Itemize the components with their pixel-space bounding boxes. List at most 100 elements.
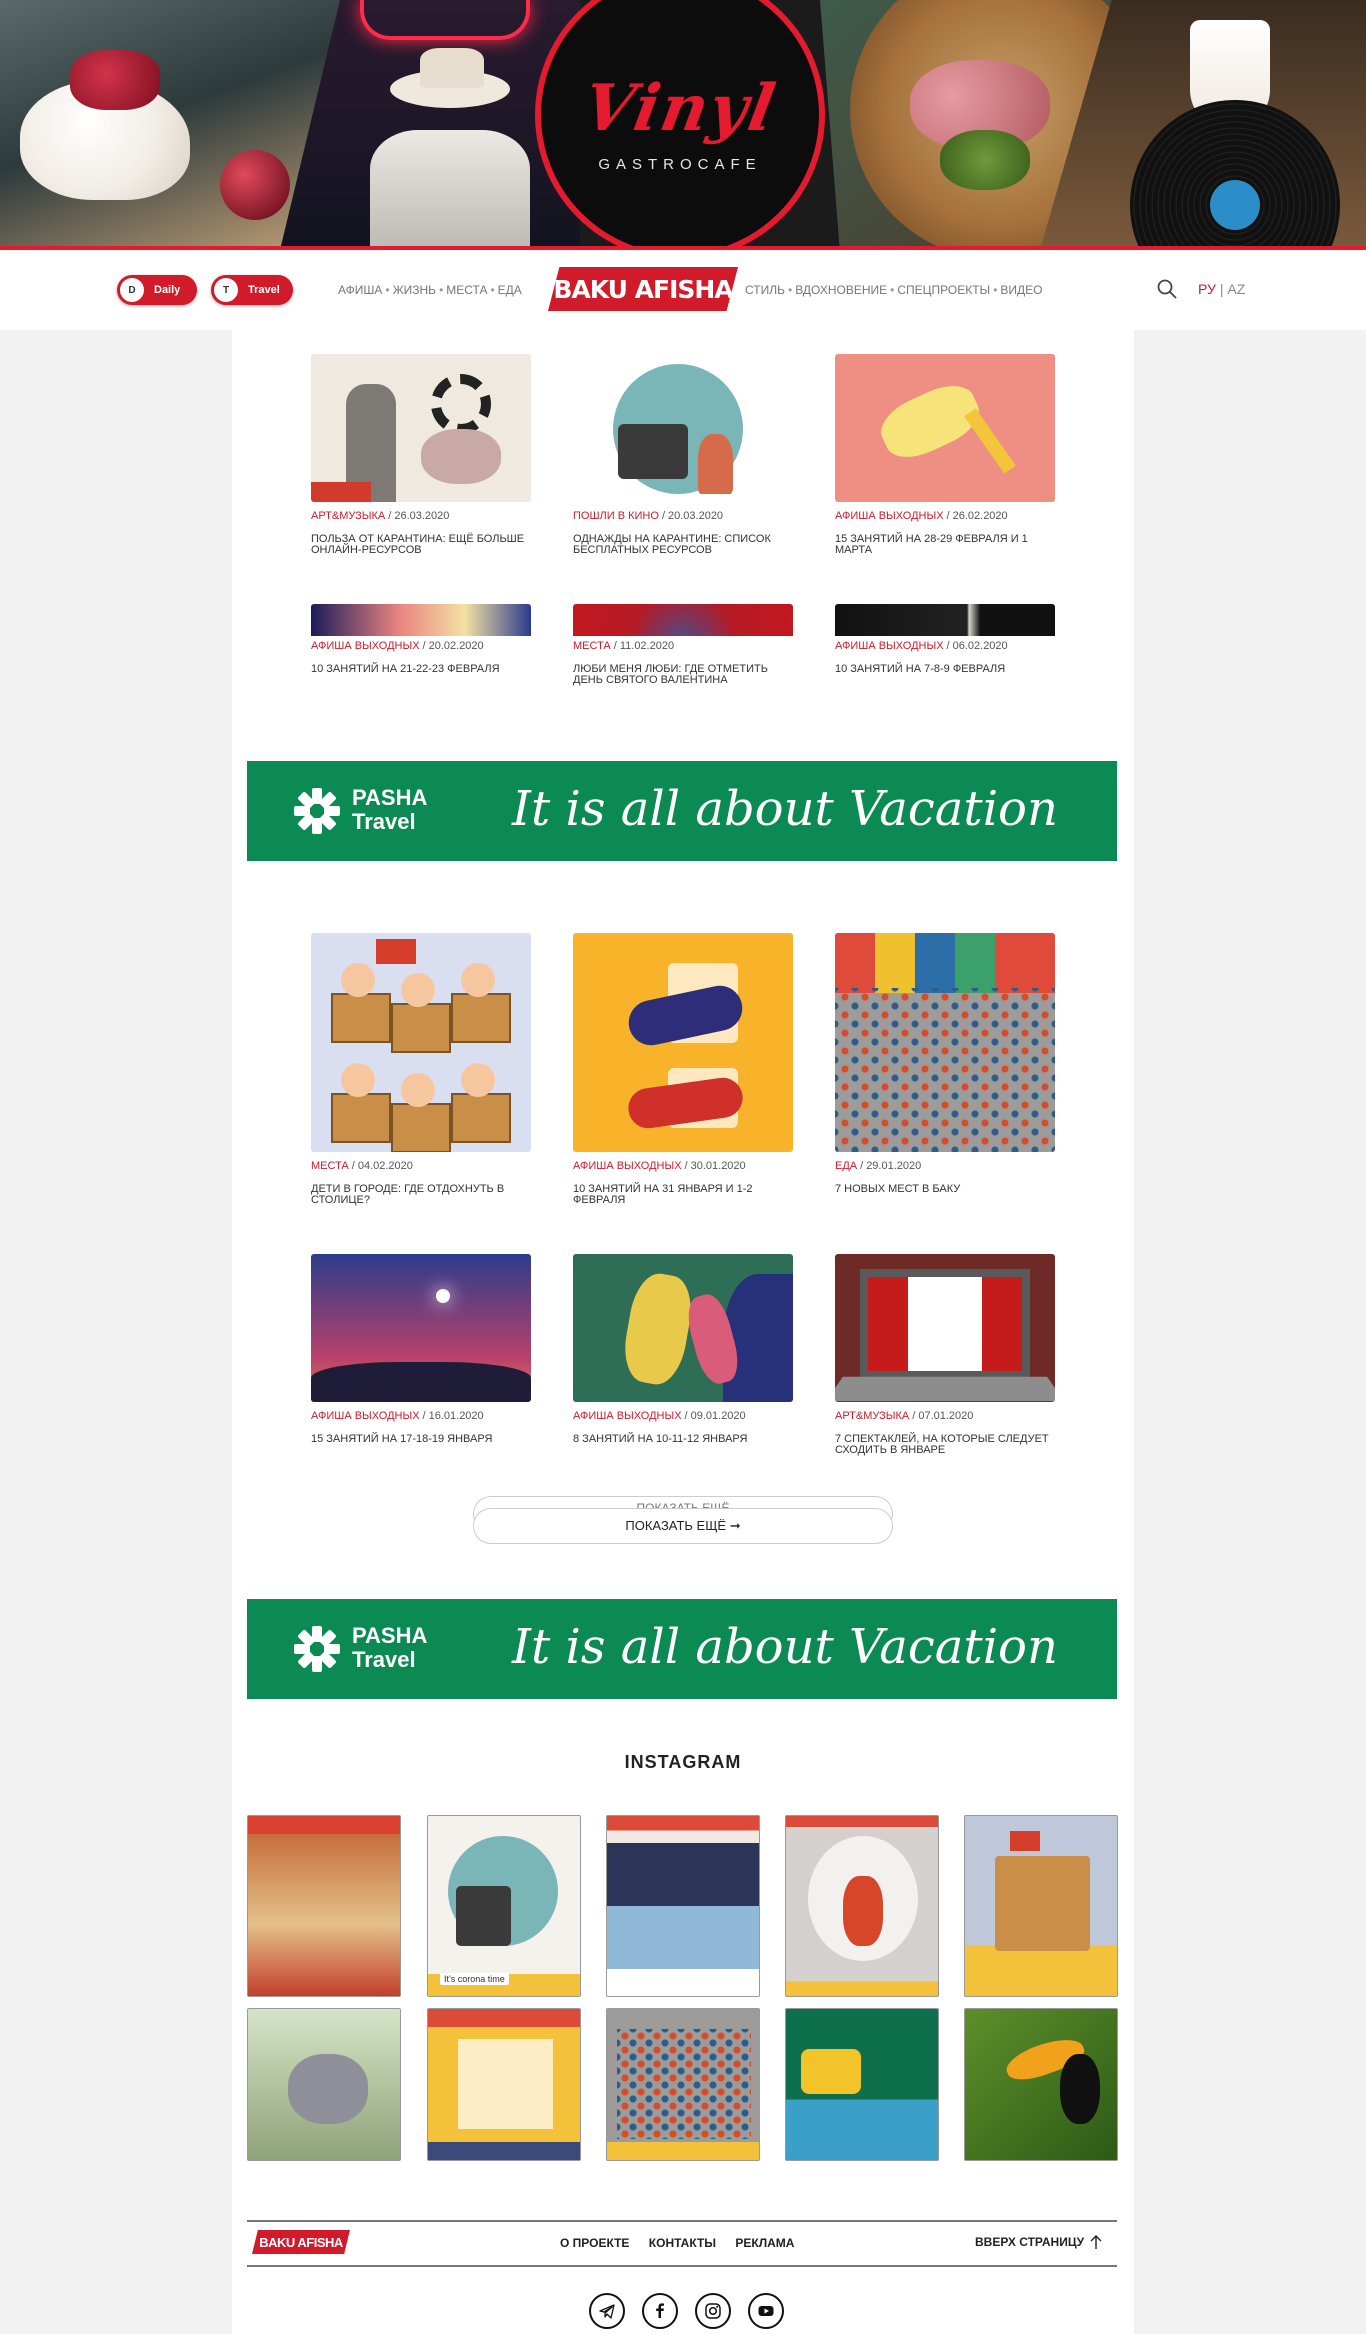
- content-column: АРТ&МУЗЫКА/26.03.2020 ПОЛЬЗА ОТ КАРАНТИН…: [232, 330, 1134, 2334]
- article-category[interactable]: АФИША ВЫХОДНЫХ: [835, 640, 944, 652]
- instagram-icon[interactable]: [695, 2293, 731, 2329]
- article-card[interactable]: АФИША ВЫХОДНЫХ/06.02.2020 10 ЗАНЯТИЙ НА …: [835, 604, 1055, 675]
- load-more-button[interactable]: ПОКАЗАТЬ ЕЩЁ ➞: [473, 1508, 893, 1544]
- instagram-post[interactable]: It's corona time: [427, 1815, 581, 1997]
- instagram-post[interactable]: [785, 2008, 939, 2161]
- article-card[interactable]: ПОШЛИ В КИНО/20.03.2020 ОДНАЖДЫ НА КАРАН…: [573, 354, 793, 556]
- article-image[interactable]: [573, 1254, 793, 1402]
- article-card[interactable]: МЕСТА/11.02.2020 ЛЮБИ МЕНЯ ЛЮБИ: ГДЕ ОТМ…: [573, 604, 793, 686]
- article-title[interactable]: 8 ЗАНЯТИЙ НА 10-11-12 ЯНВАРЯ: [573, 1434, 793, 1445]
- nav-item-style[interactable]: СТИЛЬ: [745, 283, 785, 297]
- article-title[interactable]: 10 ЗАНЯТИЙ НА 21-22-23 ФЕВРАЛЯ: [311, 664, 531, 675]
- nav-item-afisha[interactable]: АФИША: [338, 283, 382, 297]
- lang-az[interactable]: AZ: [1227, 281, 1245, 297]
- article-image[interactable]: [311, 354, 531, 502]
- article-card[interactable]: АФИША ВЫХОДНЫХ/30.01.2020 10 ЗАНЯТИЙ НА …: [573, 933, 793, 1206]
- article-card[interactable]: АФИША ВЫХОДНЫХ/16.01.2020 15 ЗАНЯТИЙ НА …: [311, 1254, 531, 1445]
- back-to-top-button[interactable]: ВВЕРХ СТРАНИЦУ: [975, 2234, 1102, 2250]
- arrow-up-icon: [1090, 2235, 1102, 2249]
- article-card[interactable]: АРТ&МУЗЫКА/26.03.2020 ПОЛЬЗА ОТ КАРАНТИН…: [311, 354, 531, 556]
- pasha-flower-icon: [294, 788, 340, 834]
- article-card[interactable]: ЕДА/29.01.2020 7 НОВЫХ МЕСТ В БАКУ: [835, 933, 1055, 1195]
- language-switcher: РУ | AZ: [1198, 281, 1245, 297]
- article-image[interactable]: [311, 933, 531, 1152]
- telegram-icon[interactable]: [589, 2293, 625, 2329]
- article-title[interactable]: ОДНАЖДЫ НА КАРАНТИНЕ: СПИСОК БЕСПЛАТНЫХ …: [573, 534, 793, 556]
- article-date: 20.03.2020: [668, 510, 724, 522]
- article-category[interactable]: АФИША ВЫХОДНЫХ: [311, 1410, 420, 1422]
- article-card[interactable]: АРТ&МУЗЫКА/07.01.2020 7 СПЕКТАКЛЕЙ, НА К…: [835, 1254, 1055, 1456]
- article-title[interactable]: 15 ЗАНЯТИЙ НА 17-18-19 ЯНВАРЯ: [311, 1434, 531, 1445]
- article-title[interactable]: ДЕТИ В ГОРОДЕ: ГДЕ ОТДОХНУТЬ В СТОЛИЦЕ?: [311, 1184, 531, 1206]
- article-category[interactable]: МЕСТА: [311, 1160, 349, 1172]
- footer-link-advertising[interactable]: РЕКЛАМА: [735, 2236, 794, 2250]
- article-card[interactable]: АФИША ВЫХОДНЫХ/09.01.2020 8 ЗАНЯТИЙ НА 1…: [573, 1254, 793, 1445]
- footer-bottom-divider: [247, 2265, 1117, 2267]
- article-image[interactable]: [573, 354, 793, 502]
- article-image[interactable]: [835, 933, 1055, 1152]
- article-category[interactable]: ЕДА: [835, 1160, 857, 1172]
- article-title[interactable]: ПОЛЬЗА ОТ КАРАНТИНА: ЕЩЁ БОЛЬШЕ ОНЛАЙН-Р…: [311, 534, 531, 556]
- article-category[interactable]: МЕСТА: [573, 640, 611, 652]
- article-category[interactable]: ПОШЛИ В КИНО: [573, 510, 659, 522]
- youtube-icon[interactable]: [748, 2293, 784, 2329]
- article-category[interactable]: АФИША ВЫХОДНЫХ: [311, 640, 420, 652]
- vinyl-logo-subtitle: GASTROCAFE: [598, 156, 762, 173]
- article-image[interactable]: [835, 354, 1055, 502]
- article-image[interactable]: [835, 604, 1055, 636]
- article-date: 04.02.2020: [357, 1160, 413, 1172]
- pasha-travel-ad[interactable]: PASHA Travel It is all about Vacation: [247, 1599, 1117, 1699]
- article-card[interactable]: АФИША ВЫХОДНЫХ/20.02.2020 10 ЗАНЯТИЙ НА …: [311, 604, 531, 675]
- article-title[interactable]: ЛЮБИ МЕНЯ ЛЮБИ: ГДЕ ОТМЕТИТЬ ДЕНЬ СВЯТОГ…: [573, 664, 793, 686]
- instagram-post[interactable]: [964, 1815, 1118, 1997]
- top-ad-banner[interactable]: Vinyl GASTROCAFE: [0, 0, 1366, 250]
- nav-item-places[interactable]: МЕСТА: [446, 283, 487, 297]
- instagram-post[interactable]: [606, 2008, 760, 2161]
- article-image[interactable]: [573, 604, 793, 636]
- article-card[interactable]: МЕСТА/04.02.2020 ДЕТИ В ГОРОДЕ: ГДЕ ОТДО…: [311, 933, 531, 1206]
- article-title[interactable]: 10 ЗАНЯТИЙ НА 7-8-9 ФЕВРАЛЯ: [835, 664, 1055, 675]
- nav-item-life[interactable]: ЖИЗНЬ: [393, 283, 437, 297]
- article-image[interactable]: [573, 933, 793, 1152]
- daily-toggle[interactable]: D Daily: [117, 275, 197, 305]
- article-image[interactable]: [835, 1254, 1055, 1402]
- article-title[interactable]: 15 ЗАНЯТИЙ НА 28-29 ФЕВРАЛЯ И 1 МАРТА: [835, 534, 1055, 556]
- article-date: 26.03.2020: [394, 510, 450, 522]
- search-icon[interactable]: [1156, 278, 1178, 300]
- nav-item-video[interactable]: ВИДЕО: [1000, 283, 1042, 297]
- article-category[interactable]: АФИША ВЫХОДНЫХ: [573, 1410, 682, 1422]
- article-title[interactable]: 7 СПЕКТАКЛЕЙ, НА КОТОРЫЕ СЛЕДУЕТ СХОДИТЬ…: [835, 1434, 1055, 1456]
- instagram-post[interactable]: [964, 2008, 1118, 2161]
- instagram-post[interactable]: [247, 2008, 401, 2161]
- article-title[interactable]: 7 НОВЫХ МЕСТ В БАКУ: [835, 1184, 1055, 1195]
- article-category[interactable]: АРТ&МУЗЫКА: [835, 1410, 909, 1422]
- article-image[interactable]: [311, 1254, 531, 1402]
- article-title[interactable]: 10 ЗАНЯТИЙ НА 31 ЯНВАРЯ И 1-2 ФЕВРАЛЯ: [573, 1184, 793, 1206]
- nav-item-food[interactable]: ЕДА: [498, 283, 522, 297]
- pasha-flower-icon: [294, 1626, 340, 1672]
- vinyl-logo: Vinyl GASTROCAFE: [535, 0, 825, 250]
- lang-ru[interactable]: РУ: [1198, 281, 1216, 297]
- main-nav-right: СТИЛЬ • ВДОХНОВЕНИЕ • СПЕЦПРОЕКТЫ • ВИДЕО: [745, 283, 1043, 297]
- site-header: D Daily T Travel АФИША • ЖИЗНЬ • МЕСТА • ЕДА B…: [0, 250, 1366, 330]
- ad-brand: PASHA Travel: [352, 1623, 428, 1672]
- article-category[interactable]: АФИША ВЫХОДНЫХ: [835, 510, 944, 522]
- instagram-post[interactable]: [427, 2008, 581, 2161]
- instagram-post[interactable]: [785, 1815, 939, 1997]
- article-card[interactable]: АФИША ВЫХОДНЫХ/26.02.2020 15 ЗАНЯТИЙ НА …: [835, 354, 1055, 556]
- footer-link-contacts[interactable]: КОНТАКТЫ: [649, 2236, 716, 2250]
- pasha-travel-ad[interactable]: PASHA Travel It is all about Vacation: [247, 761, 1117, 861]
- article-image[interactable]: [311, 604, 531, 636]
- site-logo[interactable]: BAKU AFISHA: [548, 267, 738, 311]
- nav-item-inspiration[interactable]: ВДОХНОВЕНИЕ: [795, 283, 887, 297]
- article-category[interactable]: АРТ&МУЗЫКА: [311, 510, 385, 522]
- nav-item-special-projects[interactable]: СПЕЦПРОЕКТЫ: [897, 283, 990, 297]
- facebook-icon[interactable]: [642, 2293, 678, 2329]
- travel-toggle[interactable]: T Travel: [211, 275, 293, 305]
- instagram-title: INSTAGRAM: [624, 1752, 742, 1772]
- instagram-post[interactable]: [606, 1815, 760, 1997]
- article-category[interactable]: АФИША ВЫХОДНЫХ: [573, 1160, 682, 1172]
- footer-logo[interactable]: BAKU AFISHA: [252, 2230, 350, 2254]
- footer-link-about[interactable]: О ПРОЕКТЕ: [560, 2236, 629, 2250]
- instagram-post[interactable]: [247, 1815, 401, 1997]
